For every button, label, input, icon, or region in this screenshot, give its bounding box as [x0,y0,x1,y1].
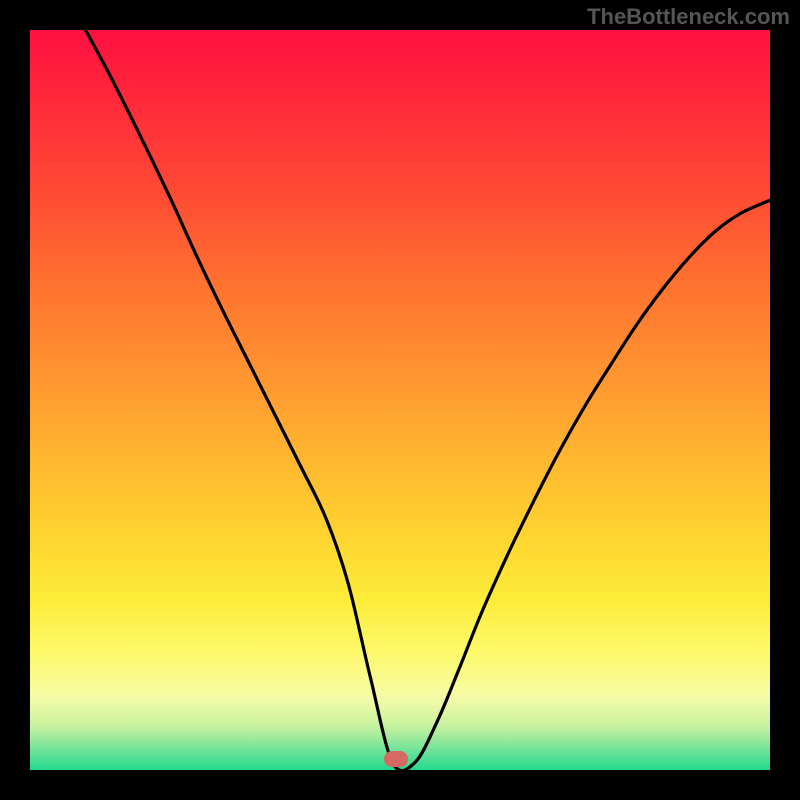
bottleneck-curve [86,30,771,770]
curve-svg [30,30,770,770]
attribution-label: TheBottleneck.com [587,4,790,30]
plot-area [30,30,770,770]
chart-frame: TheBottleneck.com [0,0,800,800]
optimum-marker [384,751,408,767]
